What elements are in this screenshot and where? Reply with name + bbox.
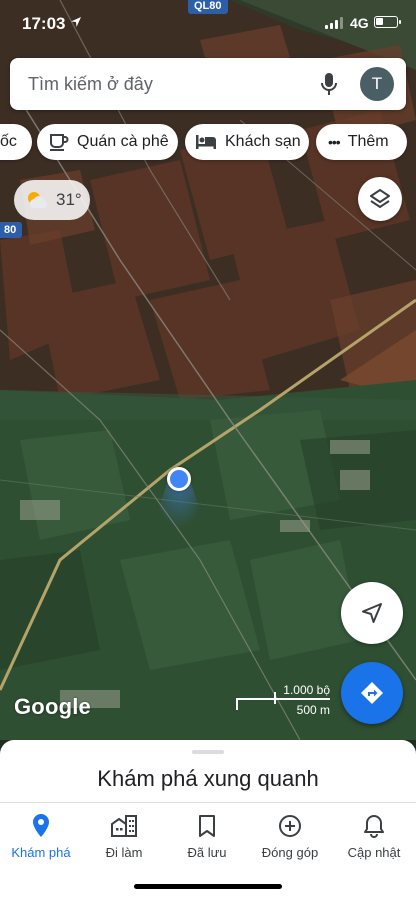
- location-pin-icon: [33, 814, 49, 837]
- chip-label: Quán cà phê: [77, 133, 169, 150]
- bell-icon: [364, 815, 384, 838]
- more-dots-icon: •••: [328, 134, 341, 150]
- map-scale: 1.000 bộ 500 m: [236, 682, 332, 718]
- coffee-icon: [50, 134, 69, 151]
- directions-icon: [361, 682, 383, 704]
- weather-temperature: 31°: [56, 190, 82, 209]
- add-circle-icon: [279, 815, 301, 837]
- layers-icon: [370, 189, 390, 208]
- google-logo: Google: [14, 694, 91, 719]
- layers-button[interactable]: [358, 177, 402, 221]
- nav-label: Đã lưu: [187, 845, 227, 860]
- commute-buildings-icon: [111, 815, 137, 837]
- scale-metric: 500 m: [296, 703, 330, 717]
- sheet-title: Khám phá xung quanh: [97, 766, 319, 791]
- my-location-button[interactable]: [341, 582, 403, 644]
- nav-label: Cập nhật: [347, 845, 401, 860]
- chip-label: Thêm: [347, 133, 389, 150]
- chip-hotel[interactable]: Khách sạn: [185, 124, 309, 160]
- search-input[interactable]: Tìm kiếm ở đây: [28, 74, 153, 95]
- bookmark-icon: [199, 815, 215, 837]
- chip-cafe[interactable]: Quán cà phê: [37, 124, 178, 160]
- explore-sheet[interactable]: Khám phá xung quanh: [0, 740, 416, 802]
- search-bar[interactable]: Tìm kiếm ở đây T: [10, 58, 406, 110]
- partly-cloudy-icon: [28, 192, 48, 208]
- avatar[interactable]: T: [360, 67, 394, 101]
- weather-badge[interactable]: 31°: [14, 180, 90, 220]
- nav-label: Khám phá: [11, 845, 71, 860]
- navigation-arrow-icon: [362, 603, 382, 623]
- chip-label: ốc: [0, 133, 17, 150]
- road-label-top: QL80: [188, 0, 228, 14]
- directions-button[interactable]: [341, 662, 403, 724]
- scale-imperial: 1.000 bộ: [283, 683, 330, 697]
- mic-icon[interactable]: [318, 70, 340, 98]
- nav-updates[interactable]: Cập nhật: [334, 811, 414, 860]
- nav-saved[interactable]: Đã lưu: [167, 811, 247, 860]
- category-chips: ốc Quán cà phê Khách sạn ••• Thêm: [0, 124, 416, 160]
- nav-explore[interactable]: Khám phá: [1, 811, 81, 860]
- hotel-bed-icon: [196, 135, 216, 149]
- current-location-dot[interactable]: [167, 467, 191, 491]
- nav-commute[interactable]: Đi làm: [84, 811, 164, 860]
- sheet-drag-handle[interactable]: [192, 750, 224, 754]
- chip-label: Khách sạn: [225, 133, 301, 150]
- road-label-left: 80: [0, 222, 23, 238]
- nav-label: Đóng góp: [261, 845, 319, 860]
- signal-icon: [325, 17, 343, 29]
- home-indicator[interactable]: [134, 884, 282, 889]
- chip-partial[interactable]: ốc: [0, 124, 32, 160]
- nav-label: Đi làm: [105, 845, 143, 860]
- chip-more[interactable]: ••• Thêm: [316, 124, 407, 160]
- nav-contribute[interactable]: Đóng góp: [250, 811, 330, 860]
- network-type: 4G: [350, 15, 369, 31]
- status-time: 17:03: [22, 14, 66, 33]
- location-arrow-icon: [71, 17, 81, 27]
- battery-icon: [374, 16, 401, 28]
